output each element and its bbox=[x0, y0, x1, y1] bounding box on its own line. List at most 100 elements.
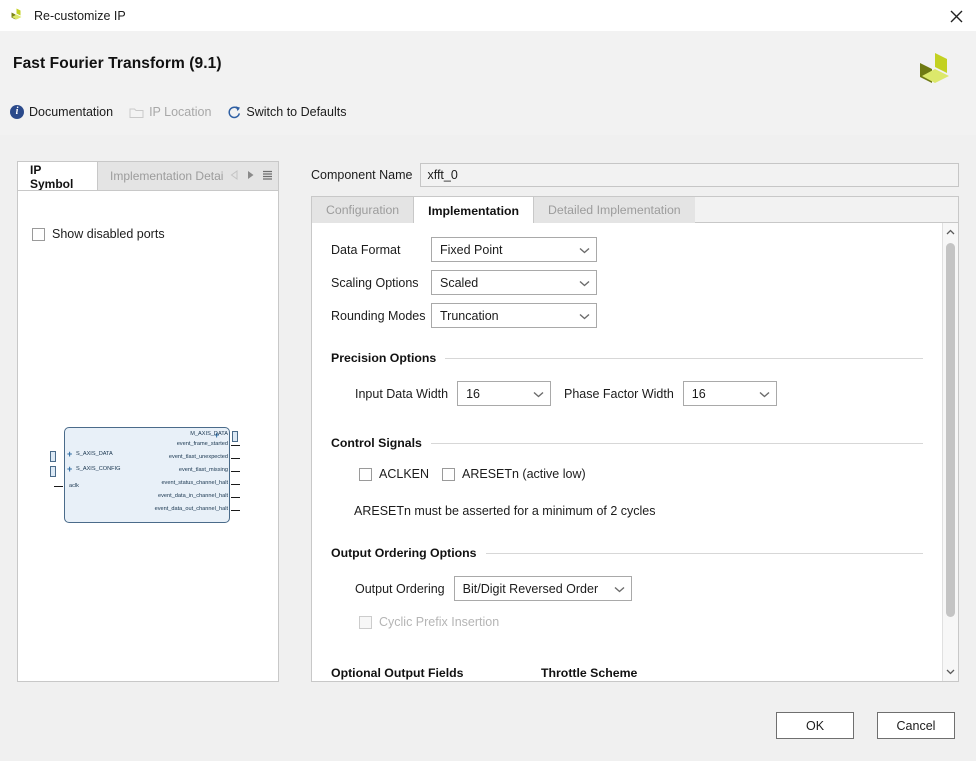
tab-detailed-implementation-label: Detailed Implementation bbox=[548, 203, 681, 217]
triangle-right-icon[interactable] bbox=[246, 169, 255, 183]
tab-configuration-label: Configuration bbox=[326, 203, 399, 217]
tab-implementation-details[interactable]: Implementation Detai bbox=[98, 162, 230, 190]
port-pin bbox=[231, 458, 240, 459]
tab-ip-symbol-label: IP Symbol bbox=[30, 163, 85, 191]
port-pin bbox=[231, 484, 240, 485]
throttle-scheme-section: Throttle Scheme bbox=[541, 666, 646, 680]
checkbox-box bbox=[442, 468, 455, 481]
component-name-input[interactable]: xfft_0 bbox=[420, 163, 959, 187]
output-ordering-label: Output Ordering bbox=[355, 582, 445, 596]
phase-factor-width-label: Phase Factor Width bbox=[564, 387, 674, 401]
output-ordering-row: Output Ordering Bit/Digit Reversed Order bbox=[355, 576, 632, 601]
tab-implementation-label: Implementation bbox=[428, 204, 519, 218]
vertical-scrollbar[interactable] bbox=[942, 223, 958, 681]
xilinx-logo-icon bbox=[9, 7, 26, 24]
cancel-button[interactable]: Cancel bbox=[877, 712, 955, 739]
left-panel-tab-nav bbox=[230, 162, 278, 190]
bus-connector bbox=[50, 451, 56, 462]
chevron-down-icon bbox=[579, 309, 590, 323]
data-format-row: Data Format Fixed Point bbox=[331, 237, 597, 262]
port-pin bbox=[231, 445, 240, 446]
port-label: aclk bbox=[69, 484, 79, 490]
ip-location-label: IP Location bbox=[149, 105, 211, 119]
port-pin bbox=[231, 497, 240, 498]
ok-button[interactable]: OK bbox=[776, 712, 854, 739]
data-format-select[interactable]: Fixed Point bbox=[431, 237, 597, 262]
ip-location-link[interactable]: IP Location bbox=[129, 105, 211, 119]
aclken-checkbox[interactable]: ACLKEN bbox=[359, 467, 429, 481]
scrollbar-thumb[interactable] bbox=[946, 243, 955, 617]
rounding-modes-select[interactable]: Truncation bbox=[431, 303, 597, 328]
expand-icon[interactable]: + bbox=[67, 465, 72, 474]
bus-connector bbox=[232, 431, 238, 442]
port-label: event_frame_started bbox=[177, 442, 228, 448]
tab-ip-symbol[interactable]: IP Symbol bbox=[18, 162, 98, 191]
checkbox-box bbox=[32, 228, 45, 241]
close-icon[interactable] bbox=[946, 6, 966, 26]
ip-symbol-panel: IP Symbol Implementation Detai Show disa… bbox=[17, 161, 279, 682]
show-disabled-ports-label: Show disabled ports bbox=[52, 227, 165, 241]
chevron-down-icon[interactable] bbox=[943, 664, 958, 680]
chevron-down-icon bbox=[533, 387, 544, 401]
documentation-link[interactable]: i Documentation bbox=[10, 105, 113, 119]
documentation-label: Documentation bbox=[29, 105, 113, 119]
main-tabbar: Configuration Implementation Detailed Im… bbox=[311, 196, 959, 223]
checkbox-box bbox=[359, 616, 372, 629]
info-icon: i bbox=[10, 105, 24, 119]
port-label: event_tlast_missing bbox=[179, 468, 228, 474]
output-ordering-value: Bit/Digit Reversed Order bbox=[463, 582, 598, 596]
port-pin bbox=[231, 471, 240, 472]
refresh-icon bbox=[227, 105, 241, 119]
scaling-options-value: Scaled bbox=[440, 276, 478, 290]
output-ordering-options-title: Output Ordering Options bbox=[331, 546, 477, 560]
folder-icon bbox=[129, 106, 144, 119]
switch-to-defaults-label: Switch to Defaults bbox=[246, 105, 346, 119]
tabbar-filler bbox=[695, 197, 958, 223]
tab-detailed-implementation[interactable]: Detailed Implementation bbox=[534, 197, 695, 223]
dialog-footer: OK Cancel bbox=[0, 695, 976, 761]
cyclic-prefix-insertion-checkbox: Cyclic Prefix Insertion bbox=[359, 615, 499, 629]
tab-implementation-details-label: Implementation Detai bbox=[110, 169, 223, 183]
port-label: event_tlast_unexpected bbox=[169, 455, 228, 461]
aresetn-note: ARESETn must be asserted for a minimum o… bbox=[354, 504, 656, 518]
tab-implementation[interactable]: Implementation bbox=[413, 197, 534, 224]
data-format-label: Data Format bbox=[331, 243, 431, 257]
rounding-modes-value: Truncation bbox=[440, 309, 499, 323]
aresetn-checkbox[interactable]: ARESETn (active low) bbox=[442, 467, 586, 481]
optional-output-fields-title: Optional Output Fields bbox=[331, 666, 464, 680]
control-signals-title: Control Signals bbox=[331, 436, 422, 450]
checkbox-box bbox=[359, 468, 372, 481]
ip-block-symbol: + + S_AXIS_DATA S_AXIS_CONFIG aclk + M_A… bbox=[28, 424, 256, 526]
rounding-modes-label: Rounding Modes bbox=[331, 309, 431, 323]
section-divider bbox=[486, 553, 924, 554]
scaling-options-select[interactable]: Scaled bbox=[431, 270, 597, 295]
scaling-options-row: Scaling Options Scaled bbox=[331, 270, 597, 295]
phase-factor-width-value: 16 bbox=[692, 387, 706, 401]
control-signals-section: Control Signals bbox=[331, 436, 923, 450]
port-label: M_AXIS_DATA bbox=[190, 432, 228, 438]
port-label: S_AXIS_DATA bbox=[76, 452, 113, 458]
component-name-label: Component Name bbox=[311, 168, 412, 182]
chevron-up-icon[interactable] bbox=[943, 224, 958, 240]
hamburger-menu-icon[interactable] bbox=[262, 169, 273, 183]
chevron-down-icon bbox=[614, 582, 625, 596]
window-titlebar: Re-customize IP bbox=[0, 0, 976, 32]
window-title: Re-customize IP bbox=[34, 9, 126, 23]
tab-configuration[interactable]: Configuration bbox=[312, 197, 413, 223]
input-data-width-select[interactable]: 16 bbox=[457, 381, 551, 406]
switch-to-defaults-link[interactable]: Switch to Defaults bbox=[227, 105, 346, 119]
phase-factor-width-select[interactable]: 16 bbox=[683, 381, 777, 406]
component-name-row: Component Name xfft_0 bbox=[311, 162, 959, 187]
chevron-down-icon bbox=[759, 387, 770, 401]
expand-icon[interactable]: + bbox=[67, 450, 72, 459]
precision-options-section: Precision Options bbox=[331, 351, 923, 365]
cyclic-prefix-insertion-label: Cyclic Prefix Insertion bbox=[379, 615, 499, 629]
show-disabled-ports-checkbox[interactable]: Show disabled ports bbox=[25, 227, 165, 241]
triangle-left-icon[interactable] bbox=[230, 169, 239, 183]
port-label: event_data_out_channel_halt bbox=[155, 507, 228, 513]
left-panel-tabbar: IP Symbol Implementation Detai bbox=[17, 161, 279, 190]
output-ordering-select[interactable]: Bit/Digit Reversed Order bbox=[454, 576, 632, 601]
section-divider bbox=[445, 358, 923, 359]
aresetn-label: ARESETn (active low) bbox=[462, 467, 586, 481]
phase-factor-width-row: Phase Factor Width 16 bbox=[564, 381, 777, 406]
